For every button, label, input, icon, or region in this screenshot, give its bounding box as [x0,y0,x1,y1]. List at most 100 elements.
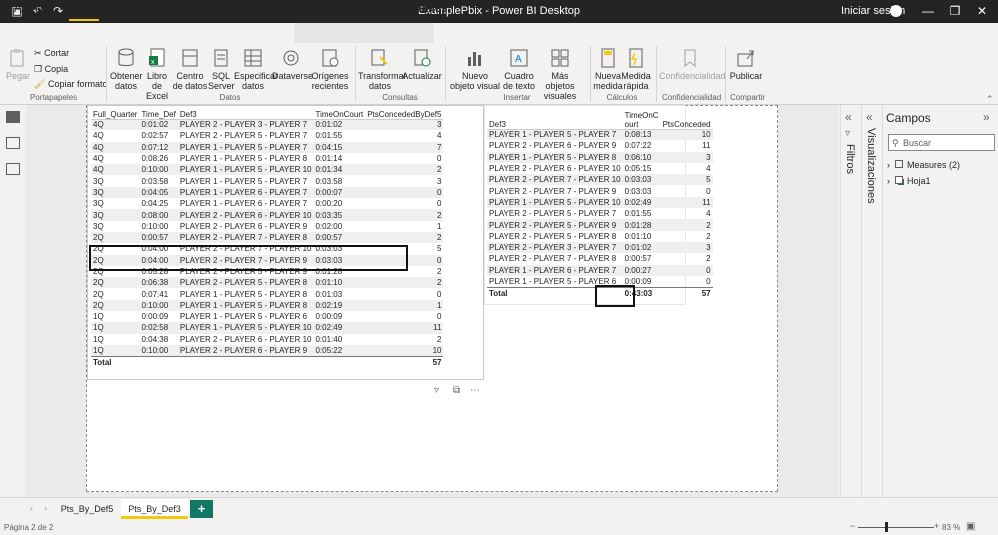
quick-measure-button[interactable]: Medida rápida [621,47,651,91]
table-cell: 0:04:25 [141,199,169,209]
sql-server-button[interactable]: SQL Server [208,47,235,91]
table-row[interactable]: PLAYER 2 - PLAYER 5 - PLAYER 8 0:01:10 2 [487,231,713,242]
format-painter-button[interactable]: 🖌 Copiar formato [34,79,107,90]
column-header[interactable]: Def3 [177,107,314,120]
page-tab-pts-by-def5[interactable]: Pts_By_Def5 [56,499,118,519]
table-row[interactable]: 2Q 0:06:38 PLAYER 2 - PLAYER 5 - PLAYER 80… [91,277,444,289]
page-tab-pts-by-def3[interactable]: Pts_By_Def3 [121,499,188,519]
refresh-button[interactable]: Actualizar [402,47,442,81]
table-row[interactable]: PLAYER 2 - PLAYER 6 - PLAYER 10 0:05:15 4 [487,163,713,174]
table-row[interactable]: PLAYER 2 - PLAYER 7 - PLAYER 10 0:03:03 5 [487,174,713,186]
column-header[interactable]: Def3 [487,107,623,130]
table-row[interactable]: 3Q 0:03:58 PLAYER 1 - PLAYER 5 - PLAYER 7 0… [91,175,443,186]
table-row[interactable]: PLAYER 2 - PLAYER 6 - PLAYER 9 0:07:22 11 [487,140,713,151]
model-view-icon[interactable] [6,163,20,175]
minimize-icon[interactable]: — [919,3,937,19]
table-row[interactable]: PLAYER 2 - PLAYER 3 - PLAYER 7 0:01:02 3 [487,241,713,254]
visualizations-label[interactable]: Visualizaciones [865,128,877,204]
tab-modelado[interactable]: Modelado [163,3,214,15]
expand-visualizations-icon[interactable]: « [866,110,873,124]
tab-ayuda[interactable]: Ayuda [258,3,290,15]
table-row[interactable]: PLAYER 2 - PLAYER 5 - PLAYER 7 0:01:55 4 [487,208,713,219]
column-header[interactable]: Full_Quarter [91,107,140,120]
more-visuals-button[interactable]: Más objetos visuales [538,47,582,101]
collapse-fields-icon[interactable]: » [983,110,990,124]
excel-button[interactable]: x Libro de Excel [141,47,173,101]
table-row[interactable]: PLAYER 1 - PLAYER 5 - PLAYER 10 0:02:49 11 [487,196,713,209]
column-header[interactable]: TimeOnC ourt [622,107,661,130]
account-icon[interactable] [890,5,902,17]
restore-icon[interactable]: ❐ [946,3,964,19]
tab-archivo[interactable]: Archivo [14,3,52,15]
column-header[interactable]: PtsConceded [660,107,713,130]
table-row[interactable]: PLAYER 2 - PLAYER 7 - PLAYER 9 0:03:03 0 [487,185,713,196]
prev-page-icon[interactable]: ‹ [30,503,33,513]
table-row[interactable]: 4Q 0:02:57 PLAYER 2 - PLAYER 5 - PLAYER 7 0… [91,130,443,141]
enter-data-button[interactable]: Especificar datos [234,47,278,91]
confidentiality-button[interactable]: Confidencialidad [659,47,726,81]
focus-mode-icon[interactable]: ⧉ [453,385,460,396]
table-row[interactable]: 2Q 0:07:41 PLAYER 1 - PLAYER 5 - PLAYER 8 0… [91,288,443,299]
transform-data-button[interactable]: Transformar datos [358,47,407,91]
dataverse-button[interactable]: Dataverse [272,47,313,81]
filter-icon[interactable]: ▿ [434,385,439,396]
recent-sources-button[interactable]: Orígenes recientes [310,47,350,91]
paste-button[interactable]: Pegar [5,47,31,81]
tab-ver[interactable]: Ver [224,3,241,15]
fit-page-icon[interactable]: ▣ [966,521,975,532]
next-page-icon[interactable]: › [44,503,47,513]
table-row[interactable]: 4Q 0:01:02 PLAYER 2 - PLAYER 3 - PLAYER 70… [91,119,444,131]
new-measure-button[interactable]: Nueva medida [593,47,623,91]
table-row[interactable]: PLAYER 1 - PLAYER 5 - PLAYER 8 0:06:10 3 [487,151,713,163]
tab-insertar[interactable]: Insertar [112,3,151,15]
table-def3[interactable]: Def3 TimeOnC ourt PtsConceded PLAYER 1 -… [487,107,713,301]
new-visual-button[interactable]: Nuevo objeto visual [449,47,501,91]
cut-button[interactable]: ✂ Cortar [34,48,69,59]
data-hub-button[interactable]: Centro de datos [172,47,208,91]
table-row[interactable]: 3Q 0:10:00 PLAYER 2 - PLAYER 6 - PLAYER 9 0… [91,221,443,232]
copy-button[interactable]: ❐ Copia [34,64,68,75]
table-row[interactable]: 4Q 0:10:00 PLAYER 1 - PLAYER 5 - PLAYER 10… [91,164,444,176]
table-row[interactable]: 1Q 0:10:00 PLAYER 2 - PLAYER 6 - PLAYER 90… [91,344,444,357]
publish-button[interactable]: Publicar [729,47,763,81]
confidentiality-label: Confidencialidad [659,71,726,81]
table-row[interactable]: PLAYER 2 - PLAYER 5 - PLAYER 9 0:01:28 2 [487,219,713,231]
expand-filters-icon[interactable]: « [845,110,852,124]
table-row[interactable]: 2Q 0:00:57 PLAYER 2 - PLAYER 7 - PLAYER 80… [91,231,444,244]
table-row[interactable]: 1Q 0:02:58 PLAYER 1 - PLAYER 5 - PLAYER 10… [91,322,444,334]
column-header[interactable]: Time_Def [139,107,178,120]
text-box-button[interactable]: A Cuadro de texto [500,47,538,91]
table-row[interactable]: 3Q 0:04:05 PLAYER 1 - PLAYER 6 - PLAYER 70… [91,186,444,199]
field-item-hoja1[interactable]: › Hoja1 [887,176,931,186]
filters-label[interactable]: Filtros [844,144,856,174]
table-row[interactable]: 3Q 0:04:25 PLAYER 1 - PLAYER 6 - PLAYER 7 0… [91,198,443,209]
table-row[interactable]: 3Q 0:08:00 PLAYER 2 - PLAYER 6 - PLAYER 10… [91,209,444,221]
add-page-button[interactable]: + [190,500,213,518]
table-row[interactable]: 1Q 0:04:38 PLAYER 2 - PLAYER 6 - PLAYER 10… [91,334,443,345]
table-row[interactable]: PLAYER 1 - PLAYER 6 - PLAYER 7 0:00:27 0 [487,264,713,276]
field-item-measures[interactable]: › Measures (2) [887,160,960,170]
table-row[interactable]: 2Q 0:10:00 PLAYER 1 - PLAYER 5 - PLAYER 80… [91,299,444,312]
table-row[interactable]: PLAYER 2 - PLAYER 7 - PLAYER 8 0:00:57 2 [487,253,713,264]
collapse-ribbon-icon[interactable]: ⌃ [986,94,994,105]
table-full-quarter[interactable]: Full_Quarter Time_Def Def3 TimeOnCourt P… [91,107,444,370]
zoom-slider-thumb[interactable] [885,522,888,532]
zoom-in-icon[interactable]: + [934,521,939,531]
zoom-slider[interactable] [858,527,934,528]
table-row[interactable]: 4Q 0:08:26 PLAYER 1 - PLAYER 5 - PLAYER 8 0… [91,153,443,164]
column-header[interactable]: PtsConcededByDef5 [365,107,444,120]
tab-inicio[interactable]: Inicio [69,3,100,21]
data-view-icon[interactable] [6,137,20,149]
fields-search-input[interactable]: ⚲ Buscar [888,134,995,151]
get-data-button[interactable]: Obtener datos [110,47,143,91]
zoom-out-icon[interactable]: − [850,521,855,531]
close-icon[interactable]: ✕ [973,3,991,19]
report-view-icon[interactable] [6,111,20,123]
table-row[interactable]: 1Q 0:00:09 PLAYER 1 - PLAYER 5 - PLAYER 6 0… [91,311,443,322]
more-options-icon[interactable]: ⋯ [470,385,480,396]
tab-formato[interactable]: Formato [302,3,348,15]
column-header[interactable]: TimeOnCourt [313,107,366,120]
tab-datos-detalles[interactable]: Datos y detalles [360,3,448,15]
table-row[interactable]: 4Q 0:07:12 PLAYER 1 - PLAYER 5 - PLAYER 70… [91,141,444,153]
table-row[interactable]: PLAYER 1 - PLAYER 5 - PLAYER 7 0:08:13 10 [487,129,713,141]
